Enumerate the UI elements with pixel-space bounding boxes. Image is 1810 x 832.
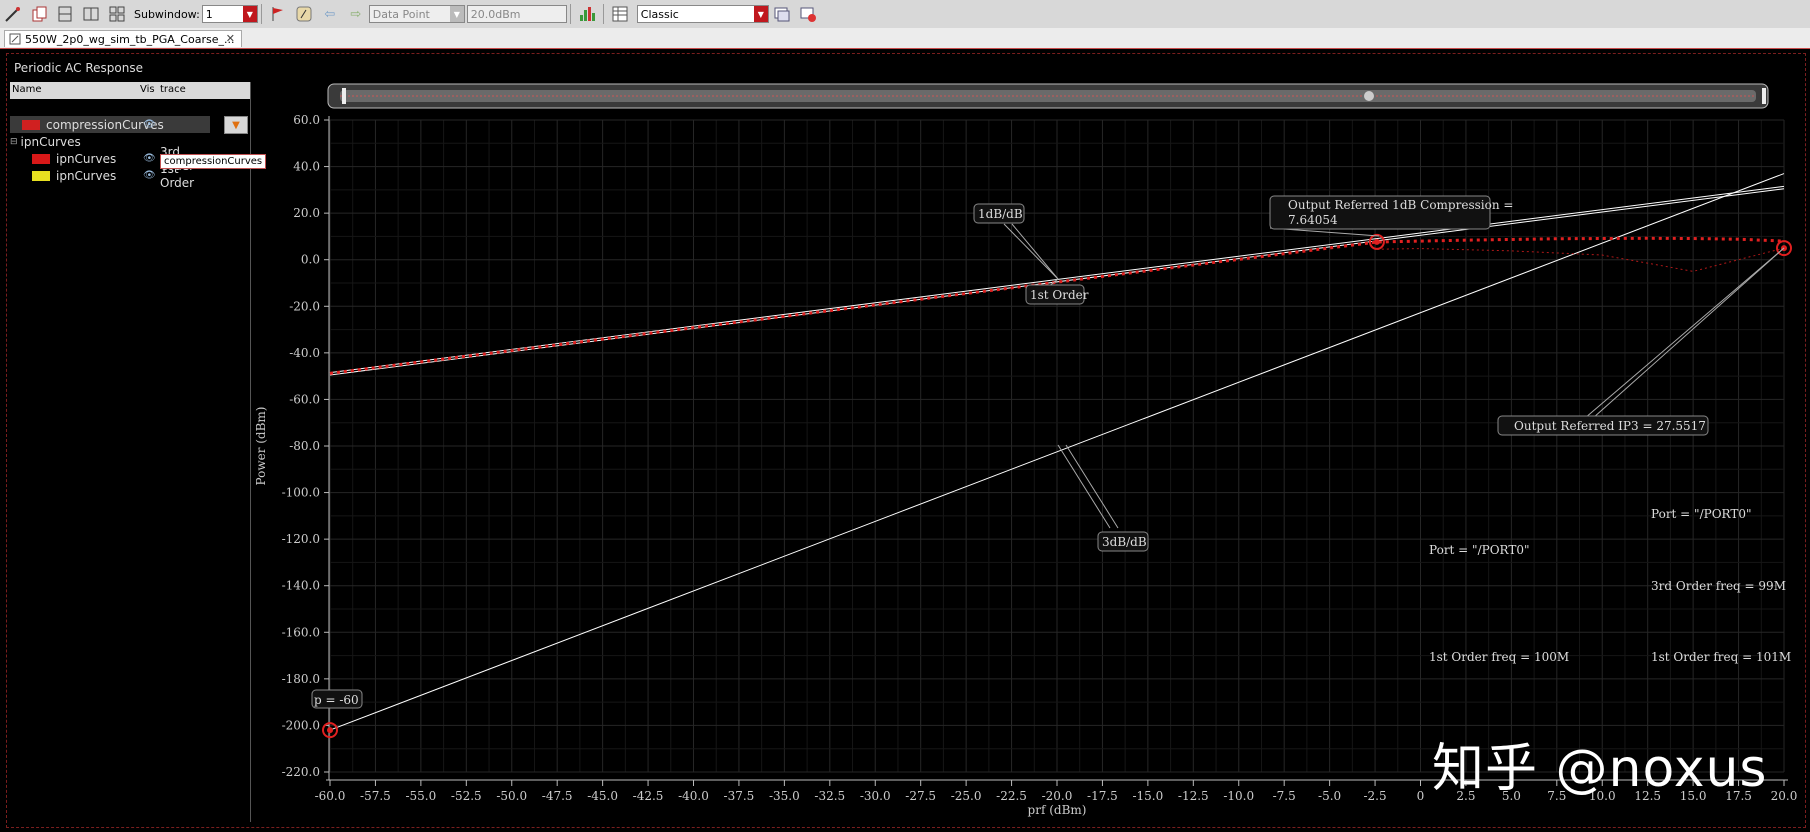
eye-icon[interactable]: 👁: [143, 119, 156, 130]
tab-bar: 550W_2p0_wg_sim_tb_PGA_Coarse_... ✕: [0, 28, 1810, 49]
divider: [260, 4, 262, 24]
row-name: ipnCurves: [56, 151, 117, 166]
row-name: ipnCurves: [56, 168, 117, 183]
wand-icon[interactable]: [2, 3, 24, 25]
style-select[interactable]: Classic ▼: [636, 5, 769, 23]
color-swatch: [32, 153, 50, 164]
tab-label: 550W_2p0_wg_sim_tb_PGA_Coarse_...: [25, 32, 235, 46]
column-trace[interactable]: trace: [160, 84, 186, 95]
chevron-down-icon: ▼: [753, 6, 768, 22]
divider: [602, 4, 604, 24]
grid-layout-icon[interactable]: [106, 3, 128, 25]
toolbar: Subwindow: 1 ▼ ⇦ ⇨ Data Point ▼ 20.0dBm Cl…: [0, 0, 1810, 29]
window-title: Periodic AC Response: [14, 61, 143, 75]
style-value: Classic: [640, 7, 679, 21]
level-field[interactable]: 20.0dBm: [466, 5, 567, 23]
color-swatch: [22, 119, 40, 130]
window-close-icon[interactable]: [797, 3, 819, 25]
table-icon[interactable]: [609, 3, 631, 25]
subwindow-label: Subwindow:: [134, 7, 200, 21]
flag-icon[interactable]: [267, 3, 289, 25]
subwindow-value: 1: [205, 7, 213, 21]
tree-row-ipn-1st[interactable]: ipnCurves 👁 1st Order: [10, 162, 210, 190]
divider: [569, 4, 571, 24]
data-point-select[interactable]: Data Point ▼: [368, 5, 465, 23]
tooltip: compressionCurves: [160, 154, 267, 169]
document-icon: [9, 33, 21, 45]
split-horizontal-icon[interactable]: [54, 3, 76, 25]
data-point-value: Data Point: [372, 7, 430, 21]
panel-header: Name Vis trace: [10, 82, 250, 99]
subwindow-select[interactable]: 1 ▼: [201, 5, 258, 23]
trace-panel: Name Vis trace ▼ compressionCurves 👁 ⊟ i…: [10, 82, 251, 822]
chevron-down-icon: ▼: [242, 6, 257, 22]
chevron-down-icon: ▼: [449, 6, 464, 22]
watermark: 知乎 @noxus: [1432, 739, 1768, 799]
level-value: 20.0dBm: [470, 7, 521, 21]
close-icon[interactable]: ✕: [226, 32, 235, 45]
histogram-icon[interactable]: [576, 3, 598, 25]
cards-icon[interactable]: [28, 3, 50, 25]
column-name[interactable]: Name: [12, 84, 42, 95]
column-vis[interactable]: Vis: [140, 84, 155, 95]
tree-row-ipn[interactable]: ⊟ ipnCurves: [10, 133, 81, 150]
subwindow-frame: [6, 53, 1806, 828]
tree-row-compression[interactable]: compressionCurves 👁: [10, 116, 210, 133]
collapse-icon[interactable]: ⊟: [10, 137, 18, 147]
window-icon[interactable]: [771, 3, 793, 25]
arrow-right-icon[interactable]: ⇨: [345, 3, 367, 25]
split-vertical-icon[interactable]: [80, 3, 102, 25]
eye-icon[interactable]: 👁: [143, 153, 156, 164]
arrow-left-icon[interactable]: ⇦: [319, 3, 341, 25]
filter-icon[interactable]: ▼: [224, 116, 248, 134]
marker-icon[interactable]: [293, 3, 315, 25]
eye-icon[interactable]: 👁: [143, 170, 156, 181]
color-swatch: [32, 170, 50, 181]
row-name: ipnCurves: [20, 134, 81, 149]
tab-waveform[interactable]: 550W_2p0_wg_sim_tb_PGA_Coarse_... ✕: [4, 30, 242, 47]
